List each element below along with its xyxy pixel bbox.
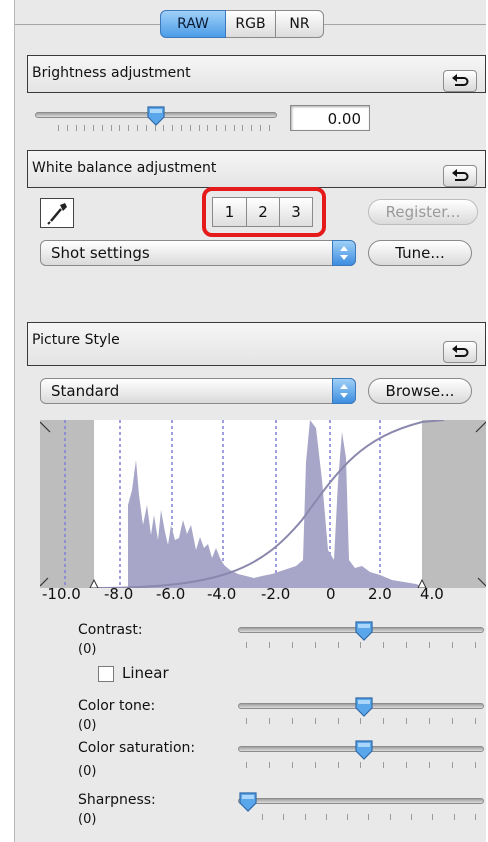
brightness-reset-button[interactable]: [443, 70, 477, 92]
picture-style-section-header: Picture Style: [27, 322, 486, 366]
sharpness-slider-thumb[interactable]: [238, 791, 258, 813]
register-button[interactable]: Register...: [368, 199, 478, 225]
axis-label: 2.0: [368, 585, 392, 603]
axis-label: -10.0: [42, 585, 81, 603]
contrast-slider-thumb[interactable]: [354, 620, 374, 642]
tune-button[interactable]: Tune...: [368, 240, 472, 266]
color-saturation-slider-ticks: [246, 762, 476, 770]
linear-label: Linear: [122, 664, 169, 682]
picture-style-value: Standard: [51, 382, 120, 400]
contrast-label: Contrast:: [78, 622, 143, 638]
undo-arrow-icon: [452, 169, 469, 181]
color-tone-slider-thumb[interactable]: [354, 696, 374, 718]
picture-style-select[interactable]: Standard: [40, 378, 356, 404]
tab-raw[interactable]: RAW: [160, 10, 226, 38]
brightness-value-field[interactable]: 0.00: [290, 105, 370, 131]
eyedropper-icon: [47, 203, 67, 225]
color-tone-slider-ticks: [246, 718, 476, 726]
undo-arrow-icon: [452, 345, 469, 357]
picture-style-reset-button[interactable]: [443, 341, 477, 363]
axis-label: -4.0: [207, 585, 237, 603]
axis-label: -8.0: [104, 585, 134, 603]
axis-label: 4.0: [420, 585, 444, 603]
tab-nr[interactable]: NR: [276, 10, 324, 38]
white-balance-mode-value: Shot settings: [51, 244, 150, 262]
brightness-slider-ticks: [58, 125, 270, 133]
right-clip-region: [422, 420, 486, 588]
brightness-title: Brightness adjustment: [32, 65, 191, 81]
tab-rgb[interactable]: RGB: [226, 10, 276, 38]
color-tone-label: Color tone:: [78, 698, 156, 714]
white-balance-title: White balance adjustment: [32, 160, 217, 176]
sharpness-value: (0): [78, 812, 97, 827]
white-balance-reset-button[interactable]: [443, 165, 477, 187]
contrast-value: (0): [78, 642, 97, 657]
color-saturation-label: Color saturation:: [78, 740, 196, 756]
highlight-box: [202, 187, 326, 237]
updown-arrows-icon: [332, 240, 356, 266]
color-saturation-slider-thumb[interactable]: [354, 739, 374, 761]
left-clip-region: [40, 420, 94, 588]
tone-curve-histogram[interactable]: [40, 420, 486, 588]
sharpness-slider-ticks: [262, 814, 476, 822]
sharpness-slider-track[interactable]: [238, 798, 484, 804]
brightness-section-header: Brightness adjustment: [27, 55, 486, 93]
linear-checkbox[interactable]: [98, 666, 114, 682]
browse-button[interactable]: Browse...: [368, 378, 472, 404]
sharpness-label: Sharpness:: [78, 792, 156, 808]
brightness-slider-thumb[interactable]: [146, 105, 166, 127]
white-balance-mode-select[interactable]: Shot settings: [40, 240, 356, 266]
contrast-slider-ticks: [246, 642, 476, 650]
tab-bar: RAW RGB NR: [160, 10, 324, 38]
axis-label: 0: [326, 585, 336, 603]
eyedropper-button[interactable]: [40, 198, 74, 228]
undo-arrow-icon: [452, 74, 469, 86]
picture-style-title: Picture Style: [32, 332, 120, 348]
axis-label: -6.0: [156, 585, 186, 603]
axis-label: -2.0: [261, 585, 291, 603]
color-tone-value: (0): [78, 718, 97, 733]
color-saturation-value: (0): [78, 764, 97, 779]
updown-arrows-icon: [332, 378, 356, 404]
white-balance-section-header: White balance adjustment: [27, 150, 486, 188]
